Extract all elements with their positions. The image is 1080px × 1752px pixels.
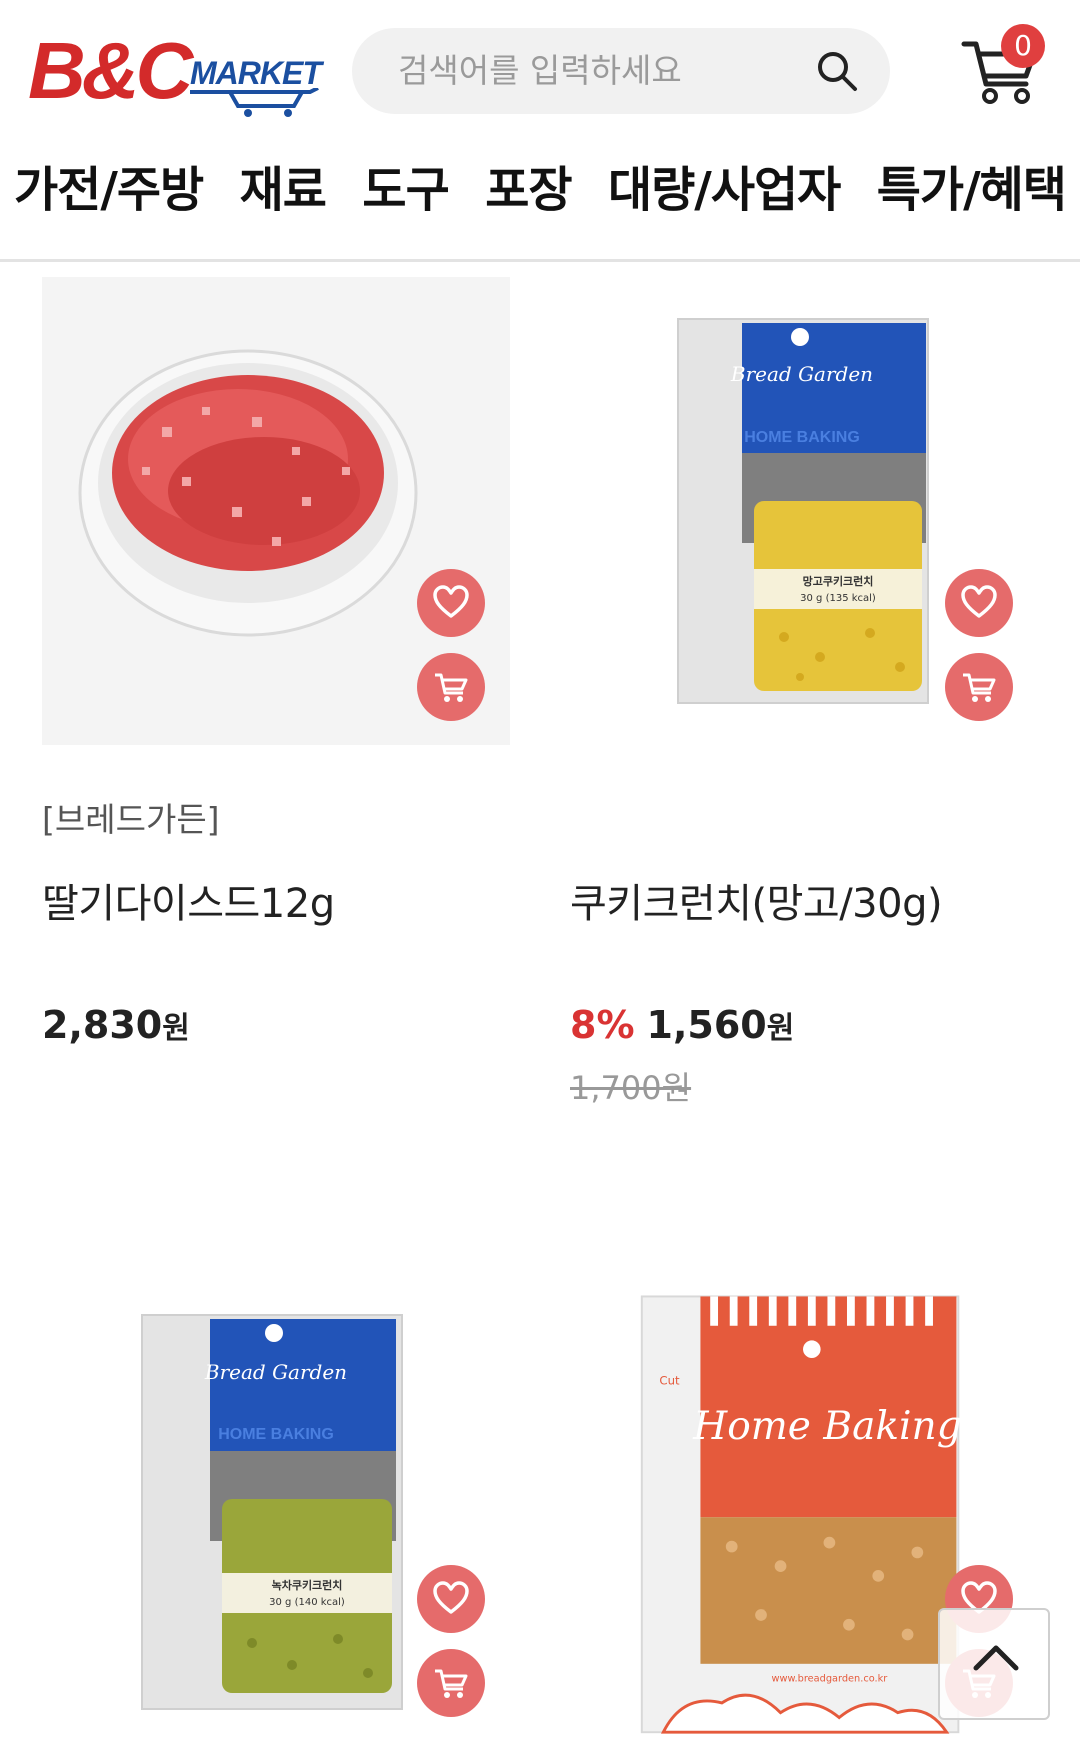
package-website-text: www.breadgarden.co.kr — [771, 1673, 888, 1684]
search-input[interactable]: 검색어를 입력하세요 — [352, 28, 890, 114]
original-price: 1,700원 — [570, 1069, 692, 1107]
product-card[interactable]: [브레드가든] 딸기다이스드12g 2,830원 — [42, 277, 510, 1097]
product-price: 8% 1,560원 — [570, 1003, 794, 1047]
package-cut-text: Cut — [659, 1373, 680, 1387]
product-name[interactable]: 쿠키크런치(망고/30g) — [570, 871, 943, 929]
cart-icon — [435, 673, 468, 702]
discount-rate: 8% — [570, 1003, 635, 1047]
nav-item-packaging[interactable]: 포장 — [485, 150, 572, 230]
price-value: 2,830 — [42, 1003, 163, 1047]
add-to-cart-button[interactable] — [945, 653, 1013, 721]
logo-text: B&C — [28, 26, 193, 115]
package-homebaking-text: HOME BAKING — [218, 1426, 334, 1443]
wishlist-button[interactable] — [417, 1565, 485, 1633]
package-brand-text: Bread Garden — [204, 1360, 347, 1384]
nav-item-appliances[interactable]: 가전/주방 — [14, 150, 204, 230]
search-placeholder: 검색어를 입력하세요 — [398, 51, 682, 90]
package-label-text: 녹차쿠키크런치 — [272, 1578, 343, 1592]
logo-cart-icon — [190, 88, 319, 117]
product-card[interactable]: Bread Garden HOME BAKING 녹차쿠키크런치 30 g (1… — [42, 1273, 510, 1752]
cart-count-badge: 0 — [1001, 24, 1045, 68]
cart-icon — [435, 1669, 468, 1698]
package-homebaking-text: HOME BAKING — [744, 429, 860, 446]
nav-item-deals[interactable]: 특가/혜택 — [877, 150, 1067, 230]
add-to-cart-button[interactable] — [417, 653, 485, 721]
heart-icon — [433, 585, 469, 618]
cart-icon — [963, 673, 996, 702]
logo[interactable]: B&C MARKET — [28, 26, 328, 117]
add-to-cart-button[interactable] — [417, 1649, 485, 1717]
category-nav: 가전/주방 재료 도구 포장 대량/사업자 특가/혜택 — [0, 150, 1080, 230]
nav-item-bulk[interactable]: 대량/사업자 — [608, 150, 841, 230]
package-label-text: 망고쿠키크런치 — [803, 574, 874, 588]
logo-subtext: MARKET — [190, 55, 322, 91]
nav-item-tools[interactable]: 도구 — [362, 150, 449, 230]
scroll-to-top-button[interactable] — [938, 1608, 1050, 1720]
wishlist-button[interactable] — [945, 569, 1013, 637]
package-script-text: Home Baking — [692, 1404, 962, 1449]
search-icon[interactable] — [814, 48, 860, 94]
price-value: 1,560 — [646, 1003, 767, 1047]
price-unit: 원 — [162, 1011, 190, 1046]
product-card[interactable]: Bread Garden HOME BAKING 망고쿠키크런치 30 g (1… — [570, 277, 1038, 1107]
heart-icon — [433, 1581, 469, 1614]
heart-icon — [961, 585, 997, 618]
nav-item-ingredients[interactable]: 재료 — [240, 150, 327, 230]
chevron-up-icon — [973, 1645, 1019, 1671]
header: B&C MARKET 검색어를 입력하세요 0 가전/주방 재료 도구 포장 대… — [0, 0, 1080, 262]
package-weight-text: 30 g (135 kcal) — [800, 593, 876, 604]
wishlist-button[interactable] — [417, 569, 485, 637]
product-brand: [브레드가든] — [42, 800, 220, 839]
product-name[interactable]: 딸기다이스드12g — [42, 871, 335, 929]
package-brand-text: Bread Garden — [730, 362, 873, 386]
price-unit: 원 — [766, 1011, 795, 1046]
product-price: 2,830원 — [42, 1003, 190, 1047]
package-weight-text: 30 g (140 kcal) — [269, 1597, 345, 1608]
